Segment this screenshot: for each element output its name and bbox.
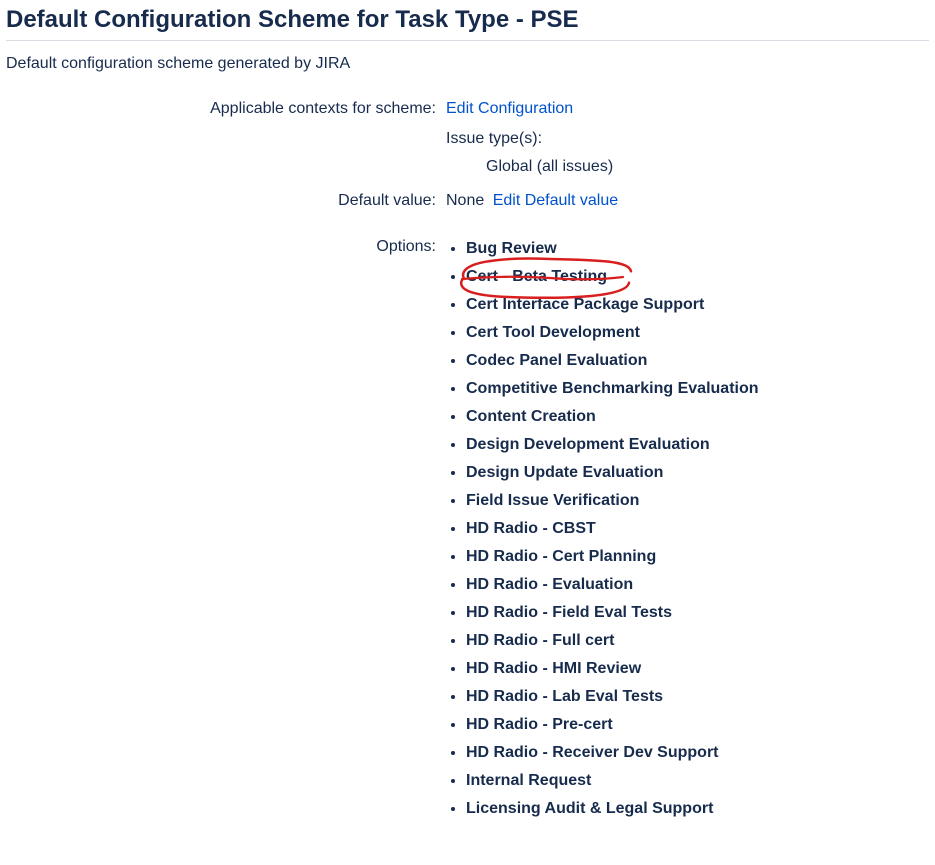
option-item: Design Development Evaluation [466, 431, 929, 459]
option-item: Design Update Evaluation [466, 459, 929, 487]
option-item: HD Radio - Pre-cert [466, 711, 929, 739]
option-item: Codec Panel Evaluation [466, 347, 929, 375]
option-item: Internal Request [466, 767, 929, 795]
option-item: Bug Review [466, 235, 929, 263]
options-label: Options: [6, 235, 446, 259]
option-item: HD Radio - HMI Review [466, 655, 929, 683]
option-item: Field Issue Verification [466, 487, 929, 515]
contexts-label: Applicable contexts for scheme: [6, 97, 446, 121]
option-item: HD Radio - Lab Eval Tests [466, 683, 929, 711]
options-list: Bug ReviewCert - Beta TestingCert Interf… [446, 235, 929, 823]
option-item: Content Creation [466, 403, 929, 431]
option-item: Cert Tool Development [466, 319, 929, 347]
option-item: HD Radio - Receiver Dev Support [466, 739, 929, 767]
default-value-label: Default value: [6, 189, 446, 213]
edit-default-value-link[interactable]: Edit Default value [493, 192, 618, 209]
default-value-text: None [446, 192, 484, 209]
issue-types-label: Issue type(s): [446, 127, 929, 151]
divider [6, 40, 929, 41]
option-item: Licensing Audit & Legal Support [466, 795, 929, 823]
edit-configuration-link[interactable]: Edit Configuration [446, 100, 573, 117]
issue-types-value: Global (all issues) [446, 155, 929, 179]
option-item: Competitive Benchmarking Evaluation [466, 375, 929, 403]
option-item: HD Radio - Cert Planning [466, 543, 929, 571]
page-title: Default Configuration Scheme for Task Ty… [6, 6, 929, 34]
scheme-description: Default configuration scheme generated b… [6, 55, 929, 73]
option-item: Cert - Beta Testing [466, 263, 929, 291]
option-item: HD Radio - CBST [466, 515, 929, 543]
option-item: HD Radio - Full cert [466, 627, 929, 655]
option-item: Cert Interface Package Support [466, 291, 929, 319]
option-item: HD Radio - Evaluation [466, 571, 929, 599]
option-item: HD Radio - Field Eval Tests [466, 599, 929, 627]
